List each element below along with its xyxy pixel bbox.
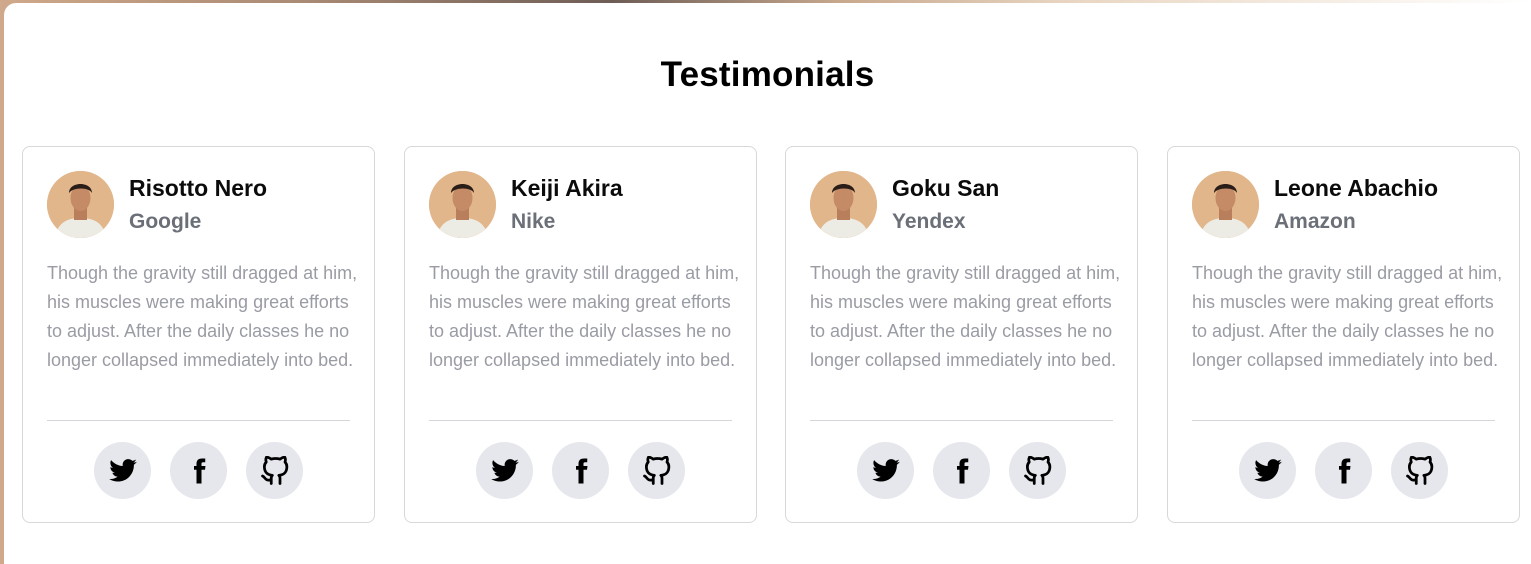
avatar (429, 171, 496, 238)
testimonial-card: Risotto Nero Google Though the gravity s… (22, 146, 375, 523)
facebook-button[interactable] (552, 442, 609, 499)
github-button[interactable] (628, 442, 685, 499)
person-company: Nike (511, 210, 556, 233)
github-icon (1405, 455, 1433, 485)
github-button[interactable] (1009, 442, 1066, 499)
avatar (810, 171, 877, 238)
social-links (1168, 442, 1519, 499)
testimonial-quote: Though the gravity still dragged at him,… (1192, 263, 1503, 370)
facebook-icon (193, 458, 205, 483)
twitter-button[interactable] (1239, 442, 1296, 499)
testimonial-quote: Though the gravity still dragged at him,… (429, 263, 740, 370)
social-links (405, 442, 756, 499)
person-name: Keiji Akira (511, 175, 623, 201)
twitter-icon (871, 458, 900, 481)
testimonial-card: Keiji Akira Nike Though the gravity stil… (404, 146, 757, 523)
person-name: Risotto Nero (129, 175, 267, 201)
person-name: Leone Abachio (1274, 175, 1438, 201)
testimonial-card: Goku San Yendex Though the gravity still… (785, 146, 1138, 523)
github-button[interactable] (1391, 442, 1448, 499)
facebook-icon (956, 458, 968, 483)
testimonials-section: Testimonials Risotto Nero Google Though … (4, 3, 1531, 564)
section-title: Testimonials (660, 55, 875, 94)
twitter-icon (490, 458, 519, 481)
testimonial-quote: Though the gravity still dragged at him,… (810, 263, 1121, 370)
github-icon (1023, 455, 1051, 485)
twitter-icon (1253, 458, 1282, 481)
facebook-button[interactable] (1315, 442, 1372, 499)
avatar (1192, 171, 1259, 238)
facebook-icon (575, 458, 587, 483)
twitter-button[interactable] (476, 442, 533, 499)
facebook-button[interactable] (170, 442, 227, 499)
avatar (47, 171, 114, 238)
divider (429, 420, 732, 421)
twitter-icon (108, 458, 137, 481)
divider (47, 420, 350, 421)
github-icon (642, 455, 670, 485)
social-links (23, 442, 374, 499)
twitter-button[interactable] (94, 442, 151, 499)
divider (1192, 420, 1495, 421)
facebook-icon (1338, 458, 1350, 483)
facebook-button[interactable] (933, 442, 990, 499)
social-links (786, 442, 1137, 499)
divider (810, 420, 1113, 421)
twitter-button[interactable] (857, 442, 914, 499)
github-icon (260, 455, 288, 485)
person-company: Google (129, 210, 202, 233)
testimonial-card: Leone Abachio Amazon Though the gravity … (1167, 146, 1520, 523)
github-button[interactable] (246, 442, 303, 499)
testimonial-quote: Though the gravity still dragged at him,… (47, 263, 358, 370)
person-company: Amazon (1274, 210, 1356, 233)
person-name: Goku San (892, 175, 1000, 201)
person-company: Yendex (892, 210, 966, 233)
